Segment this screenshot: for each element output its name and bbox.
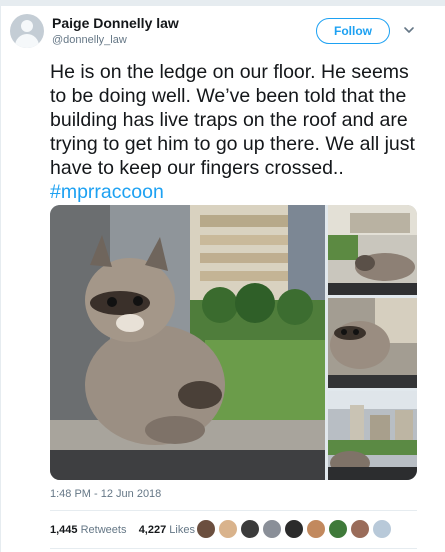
liker-avatar[interactable]: [218, 519, 238, 539]
raccoon-photo-top[interactable]: [328, 205, 417, 295]
author-avatar[interactable]: [10, 14, 44, 48]
liker-avatar[interactable]: [240, 519, 260, 539]
tweet-media-grid[interactable]: [50, 205, 417, 480]
likes-label[interactable]: Likes: [169, 524, 195, 536]
tweet-body: He is on the ledge on our floor. He seem…: [50, 61, 415, 179]
default-avatar-icon: [21, 20, 33, 32]
author-name[interactable]: Paige Donnelly law: [52, 15, 179, 31]
top-divider: [0, 0, 445, 6]
liker-avatar[interactable]: [350, 519, 370, 539]
raccoon-photo-bottom[interactable]: [328, 391, 417, 480]
liker-avatar[interactable]: [196, 519, 216, 539]
tweet-text: He is on the ledge on our floor. He seem…: [50, 60, 420, 204]
hashtag-link[interactable]: #mprraccoon: [50, 181, 164, 203]
liker-avatar[interactable]: [372, 519, 392, 539]
media-photos: [50, 205, 417, 480]
chevron-down-icon[interactable]: [403, 24, 415, 36]
follow-button[interactable]: Follow: [316, 18, 390, 44]
liker-avatars: [196, 519, 394, 539]
tweet-timestamp[interactable]: 1:48 PM - 12 Jun 2018: [50, 488, 161, 500]
raccoon-photo-middle[interactable]: [328, 298, 417, 388]
liker-avatar[interactable]: [306, 519, 326, 539]
liker-avatar[interactable]: [328, 519, 348, 539]
likes-count[interactable]: 4,227: [139, 524, 167, 536]
raccoon-photo-main[interactable]: [50, 205, 325, 480]
stats-divider-top: [50, 510, 417, 511]
retweets-label[interactable]: Retweets: [81, 524, 127, 536]
stats-divider-bottom: [50, 548, 417, 549]
liker-avatar[interactable]: [262, 519, 282, 539]
retweets-count[interactable]: 1,445: [50, 524, 78, 536]
liker-avatar[interactable]: [284, 519, 304, 539]
author-handle[interactable]: @donnelly_law: [52, 34, 127, 46]
timeline-border: [0, 0, 1, 552]
engagement-stats: 1,445 Retweets 4,227 Likes: [50, 524, 195, 536]
